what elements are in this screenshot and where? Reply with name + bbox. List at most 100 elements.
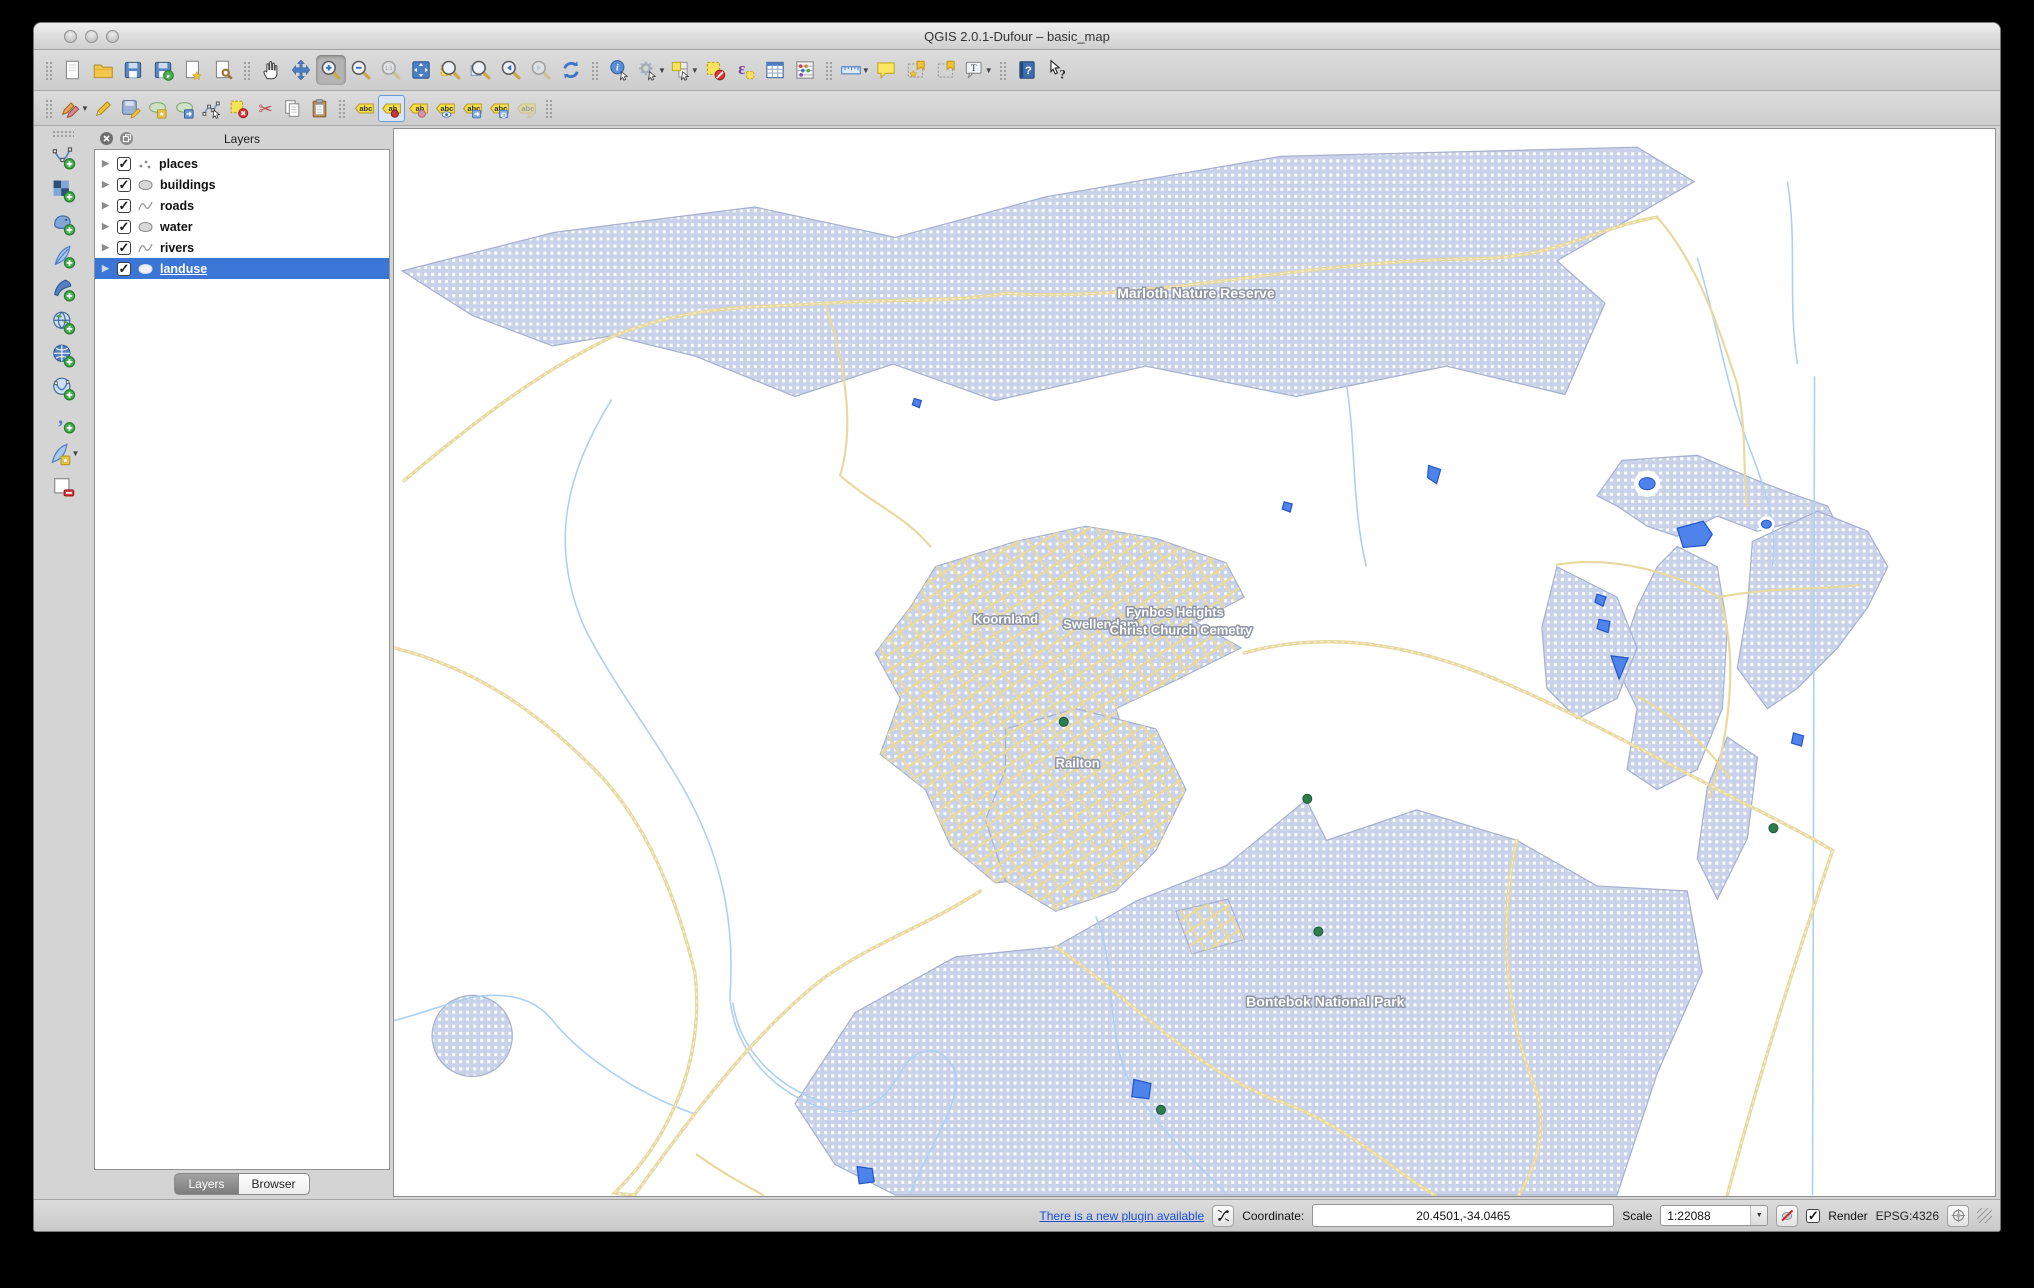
landuse-round-patch xyxy=(431,994,513,1078)
add-postgis-layer[interactable] xyxy=(45,206,81,239)
current-edits[interactable]: ▼ xyxy=(58,95,90,122)
dock-float-button[interactable] xyxy=(119,131,134,146)
zoom-full-extent[interactable] xyxy=(406,55,436,85)
expand-arrow-icon[interactable]: ▶ xyxy=(102,264,111,273)
save-layer-edits[interactable] xyxy=(117,95,144,122)
highlight-pinned-labels[interactable]: ab xyxy=(405,95,432,122)
dock-close-button[interactable] xyxy=(99,131,114,146)
stop-render-button[interactable] xyxy=(1776,1204,1799,1227)
text-annotation[interactable]: T ▼ xyxy=(961,55,994,85)
layer-checkbox[interactable]: ✓ xyxy=(117,219,131,234)
zoom-in[interactable] xyxy=(316,55,346,85)
select-features[interactable]: ▼ xyxy=(667,55,700,85)
expand-arrow-icon[interactable]: ▶ xyxy=(102,159,111,168)
toggle-editing[interactable] xyxy=(90,95,117,122)
run-feature-action[interactable]: ▼ xyxy=(634,55,667,85)
identify-features[interactable]: i xyxy=(604,55,634,85)
zoom-last[interactable] xyxy=(496,55,526,85)
zoom-next-icon xyxy=(529,58,553,82)
help-contents[interactable]: ? xyxy=(1012,55,1042,85)
layer-labeling-options[interactable]: abc xyxy=(351,95,378,122)
expand-arrow-icon[interactable]: ▶ xyxy=(102,243,111,252)
expand-arrow-icon[interactable]: ▶ xyxy=(102,180,111,189)
layer-row-roads[interactable]: ▶ ✓ roads xyxy=(95,195,389,216)
map-tips[interactable] xyxy=(871,55,901,85)
new-bookmark[interactable] xyxy=(901,55,931,85)
show-bookmarks[interactable] xyxy=(931,55,961,85)
measure-line[interactable]: ▼ xyxy=(838,55,871,85)
layer-row-water[interactable]: ▶ ✓ water xyxy=(95,216,389,237)
chevron-down-icon[interactable]: ▼ xyxy=(1750,1206,1768,1225)
layer-checkbox[interactable]: ✓ xyxy=(117,261,131,276)
layer-row-landuse[interactable]: ▶ ✓ landuse xyxy=(95,258,389,279)
move-feature[interactable] xyxy=(171,95,198,122)
zoom-to-selection[interactable] xyxy=(436,55,466,85)
dock-tab-layers[interactable]: Layers xyxy=(174,1172,238,1195)
layer-row-places[interactable]: ▶ ✓ places xyxy=(95,153,389,174)
pin-unpin-labels[interactable]: ab xyxy=(377,94,405,122)
add-raster-layer[interactable] xyxy=(45,173,81,206)
minimize-button[interactable] xyxy=(85,29,98,43)
composer-manager[interactable] xyxy=(208,55,238,85)
layer-checkbox[interactable]: ✓ xyxy=(117,156,131,171)
ruler-icon xyxy=(839,58,863,82)
field-calculator[interactable] xyxy=(790,55,820,85)
resize-grip[interactable] xyxy=(1977,1208,1992,1223)
dock-tab-browser[interactable]: Browser xyxy=(237,1172,310,1195)
new-project[interactable] xyxy=(58,55,88,85)
add-wms-layer[interactable] xyxy=(45,305,81,338)
layer-row-rivers[interactable]: ▶ ✓ rivers xyxy=(95,237,389,258)
render-checkbox[interactable]: ✓ xyxy=(1806,1208,1821,1223)
map-canvas[interactable]: Marloth Nature Reserve Koornland Swellenda… xyxy=(393,128,1996,1197)
zoom-actual-size[interactable]: 1:1 xyxy=(376,55,406,85)
layer-row-buildings[interactable]: ▶ ✓ buildings xyxy=(95,174,389,195)
plugin-button[interactable] xyxy=(1212,1204,1235,1227)
zoom-next[interactable] xyxy=(526,55,556,85)
layer-checkbox[interactable]: ✓ xyxy=(117,198,131,213)
add-feature[interactable] xyxy=(144,95,171,122)
whats-this[interactable]: ? xyxy=(1042,55,1072,85)
refresh-map[interactable] xyxy=(556,55,586,85)
layer-checkbox[interactable]: ✓ xyxy=(117,240,131,255)
zoom-window-button[interactable] xyxy=(106,29,119,43)
new-spatialite-layer[interactable]: ▼ xyxy=(45,437,81,470)
add-delimited-text-layer[interactable]: , xyxy=(45,404,81,437)
zoom-plus-icon xyxy=(319,58,343,82)
title-bar[interactable]: QGIS 2.0.1-Dufour – basic_map xyxy=(34,23,2000,50)
rotate-label[interactable]: abc xyxy=(486,95,513,122)
open-project[interactable] xyxy=(88,55,118,85)
pan-to-selection[interactable] xyxy=(286,55,316,85)
change-label[interactable]: abc xyxy=(513,95,540,122)
zoom-out[interactable] xyxy=(346,55,376,85)
add-vector-layer[interactable] xyxy=(45,140,81,173)
crs-status-button[interactable] xyxy=(1947,1204,1969,1227)
deselect-features[interactable] xyxy=(700,55,730,85)
new-print-composer[interactable] xyxy=(178,55,208,85)
coordinate-input[interactable] xyxy=(1312,1204,1615,1227)
close-button[interactable] xyxy=(64,29,77,43)
scale-combobox[interactable]: 1:22088 ▼ xyxy=(1660,1205,1769,1226)
zoom-to-layer[interactable] xyxy=(466,55,496,85)
add-spatialite-layer[interactable] xyxy=(45,239,81,272)
select-by-expression[interactable]: ε xyxy=(730,55,760,85)
open-attribute-table[interactable] xyxy=(760,55,790,85)
cut-features[interactable]: ✂ xyxy=(252,95,279,122)
move-label[interactable]: abc xyxy=(459,95,486,122)
add-wfs-layer[interactable] xyxy=(45,371,81,404)
save-project-as[interactable] xyxy=(148,55,178,85)
new-plugin-link[interactable]: There is a new plugin available xyxy=(1039,1209,1204,1223)
save-project[interactable] xyxy=(118,55,148,85)
remove-layer[interactable] xyxy=(45,470,81,503)
pan-map[interactable] xyxy=(256,55,286,85)
paste-features[interactable] xyxy=(306,95,333,122)
zoom-1-1-icon: 1:1 xyxy=(379,58,403,82)
add-mssql-layer[interactable] xyxy=(45,272,81,305)
layer-checkbox[interactable]: ✓ xyxy=(117,177,131,192)
expand-arrow-icon[interactable]: ▶ xyxy=(102,201,111,210)
add-wcs-layer[interactable] xyxy=(45,338,81,371)
copy-features[interactable] xyxy=(279,95,306,122)
delete-selected[interactable] xyxy=(225,95,252,122)
node-tool[interactable] xyxy=(198,95,225,122)
expand-arrow-icon[interactable]: ▶ xyxy=(102,222,111,231)
show-hide-labels[interactable]: abc xyxy=(432,95,459,122)
